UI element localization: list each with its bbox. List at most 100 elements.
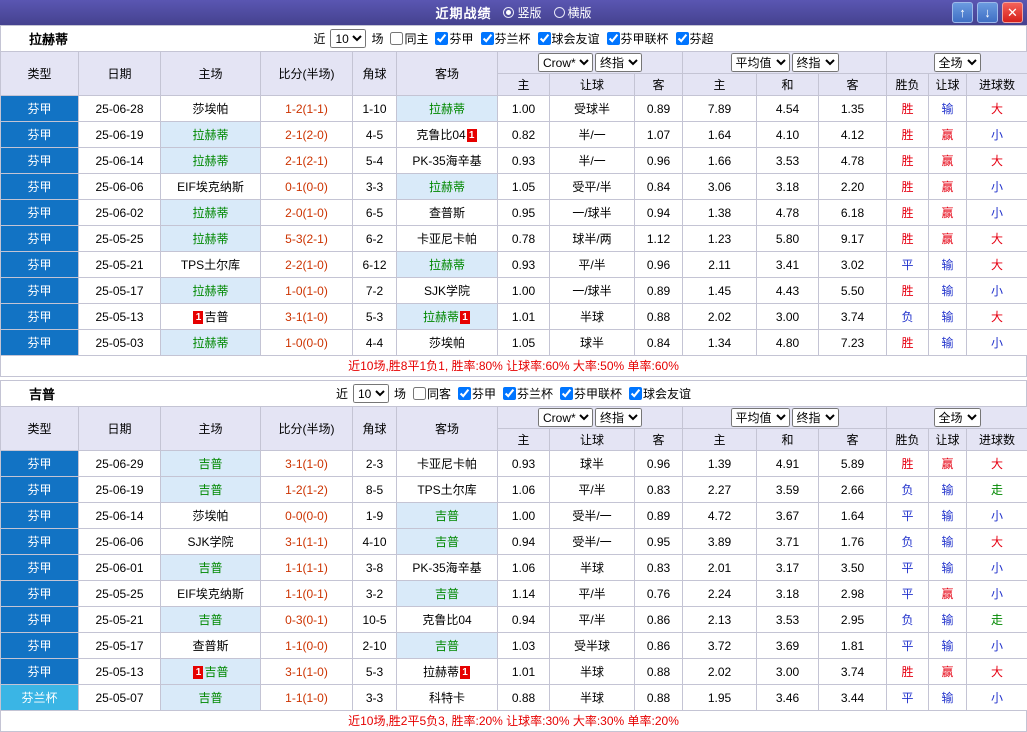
handicap-line-cell: 受半球 <box>549 632 635 659</box>
scroll-up-button[interactable]: ↑ <box>952 2 973 23</box>
scroll-down-button[interactable]: ↓ <box>977 2 998 23</box>
avg-away-odds-cell: 3.50 <box>818 554 888 581</box>
score-cell: 5-3(2-1) <box>260 225 353 252</box>
same-venue-checkbox-input[interactable] <box>390 32 404 45</box>
layout-radio-vertical[interactable]: 竖版 <box>503 4 542 21</box>
avg-stage-select[interactable]: 终指 <box>791 53 839 72</box>
col-odds2-draw: 和 <box>756 73 820 96</box>
corner-cell: 5-3 <box>352 658 397 685</box>
avg-draw-odds-cell: 3.71 <box>756 528 820 555</box>
league-checkbox-2[interactable]: 芬甲联杯 <box>560 385 622 402</box>
handicap-line-cell: 平/半 <box>549 251 635 278</box>
results-table: 类型 日期 主场 比分(半场) 角球 客场 Crow* 终指 平均值 终指 全场 主… <box>0 406 1027 711</box>
odds-stage-select[interactable]: 终指 <box>595 408 643 427</box>
league-checkbox-1-input[interactable] <box>480 32 494 45</box>
league-checkbox-2-label: 球会友谊 <box>551 32 600 46</box>
handicap-home-odds-cell: 0.95 <box>497 199 550 226</box>
avg-draw-odds-cell: 3.18 <box>756 580 820 607</box>
avg-draw-odds-cell: 4.54 <box>756 95 820 122</box>
avg-home-odds-cell: 1.38 <box>682 199 758 226</box>
handicap-result-cell: 赢 <box>928 225 968 252</box>
team-name-text: 吉普 <box>204 310 229 324</box>
same-venue-checkbox[interactable]: 同主 <box>390 30 428 47</box>
handicap-home-odds-cell: 1.05 <box>497 173 550 200</box>
subject-team-cell: 拉赫蒂 <box>160 329 261 356</box>
odds-stage-select[interactable]: 终指 <box>595 53 643 72</box>
avg-away-odds-cell: 5.50 <box>818 277 888 304</box>
odds-provider-select[interactable]: Crow* <box>538 408 594 427</box>
handicap-away-odds-cell: 1.07 <box>633 121 684 148</box>
red-card-badge: 1 <box>193 666 204 680</box>
match-count-select[interactable]: 10 <box>352 384 389 403</box>
table-row: 芬甲 25-05-13 1 吉普 3-1(1-0) 5-3 拉赫蒂 1 1.01 半球 0.88 2.… <box>0 658 1027 685</box>
handicap-away-odds-cell: 0.83 <box>633 554 684 581</box>
avg-odds-select[interactable]: 平均值 <box>730 53 790 72</box>
league-checkbox-1-input[interactable] <box>503 387 516 400</box>
league-checkbox-2[interactable]: 球会友谊 <box>537 30 600 47</box>
avg-home-odds-cell: 1.39 <box>682 450 758 477</box>
score-cell: 1-0(0-0) <box>260 329 353 356</box>
corner-cell: 1-9 <box>352 502 397 529</box>
league-checkbox-1[interactable]: 芬兰杯 <box>480 30 531 47</box>
same-venue-checkbox-input[interactable] <box>412 387 426 400</box>
col-score: 比分(半场) <box>260 51 353 96</box>
handicap-line-cell: 半/一 <box>549 147 635 174</box>
team-name-text: TPS土尔库 <box>417 483 477 497</box>
goals-result-cell: 小 <box>966 199 1027 226</box>
team-name-text: 吉普 <box>198 691 223 705</box>
league-checkbox-3[interactable]: 球会友谊 <box>629 385 691 402</box>
col-result: 胜负 <box>886 73 930 96</box>
avg-away-odds-cell: 4.12 <box>818 121 888 148</box>
handicap-line-cell: 球半 <box>549 329 635 356</box>
handicap-result-cell: 赢 <box>928 199 968 226</box>
same-venue-checkbox[interactable]: 同客 <box>412 385 451 402</box>
league-checkbox-3-label: 球会友谊 <box>643 387 692 401</box>
handicap-home-odds-cell: 1.00 <box>497 95 550 122</box>
radio-icon <box>553 7 565 18</box>
league-checkbox-1[interactable]: 芬兰杯 <box>503 385 553 402</box>
subject-team-cell: 拉赫蒂 <box>160 147 261 174</box>
scope-select[interactable]: 全场 <box>933 53 981 72</box>
date-cell: 25-05-17 <box>78 277 161 304</box>
avg-odds-select[interactable]: 平均值 <box>730 408 790 427</box>
league-type-cell: 芬甲 <box>0 450 79 477</box>
league-type-cell: 芬甲 <box>0 476 79 503</box>
match-count-select[interactable]: 10 <box>330 29 367 48</box>
radio-label: 横版 <box>567 6 592 20</box>
league-checkbox-0-input[interactable] <box>457 387 471 400</box>
goals-result-cell: 大 <box>966 658 1027 685</box>
odds-provider-select[interactable]: Crow* <box>538 53 594 72</box>
league-checkbox-2-input[interactable] <box>560 387 574 400</box>
close-button[interactable]: ✕ <box>1002 2 1023 23</box>
league-type-cell: 芬甲 <box>0 173 79 200</box>
league-checkbox-2-input[interactable] <box>537 32 551 45</box>
scope-select[interactable]: 全场 <box>933 408 981 427</box>
handicap-line-cell: 一/球半 <box>549 277 635 304</box>
league-checkbox-0[interactable]: 芬甲 <box>457 385 496 402</box>
league-checkbox-3-input[interactable] <box>629 387 643 400</box>
table-row: 芬甲 25-06-06 EIF埃克纳斯 0-1(0-0) 3-3 拉赫蒂 1.05 受平/半 0… <box>0 173 1027 200</box>
date-cell: 25-06-19 <box>78 476 161 503</box>
layout-radio-horizontal[interactable]: 横版 <box>553 4 592 21</box>
goals-result-cell: 小 <box>966 173 1027 200</box>
result-cell: 胜 <box>886 277 930 304</box>
score-cell: 3-1(1-1) <box>260 528 353 555</box>
league-checkbox-4-input[interactable] <box>675 32 689 45</box>
team-name-text: 吉普 <box>434 639 459 653</box>
subject-team-cell: 吉普 <box>160 606 261 633</box>
handicap-away-odds-cell: 0.96 <box>633 251 684 278</box>
result-cell: 负 <box>886 303 930 330</box>
league-checkbox-4[interactable]: 芬超 <box>675 30 714 47</box>
handicap-away-odds-cell: 0.76 <box>633 580 684 607</box>
titlebar-buttons: ↑ ↓ ✕ <box>952 2 1023 23</box>
league-checkbox-0-input[interactable] <box>435 32 449 45</box>
score-cell: 1-1(0-1) <box>260 580 353 607</box>
col-handicap-result: 让球 <box>928 428 968 451</box>
league-checkbox-0[interactable]: 芬甲 <box>435 30 474 47</box>
league-checkbox-3-input[interactable] <box>606 32 620 45</box>
league-checkbox-3[interactable]: 芬甲联杯 <box>606 30 669 47</box>
avg-draw-odds-cell: 4.80 <box>756 329 820 356</box>
handicap-away-odds-cell: 0.88 <box>633 303 684 330</box>
avg-stage-select[interactable]: 终指 <box>791 408 839 427</box>
filter-matches-label: 场 <box>371 32 384 46</box>
